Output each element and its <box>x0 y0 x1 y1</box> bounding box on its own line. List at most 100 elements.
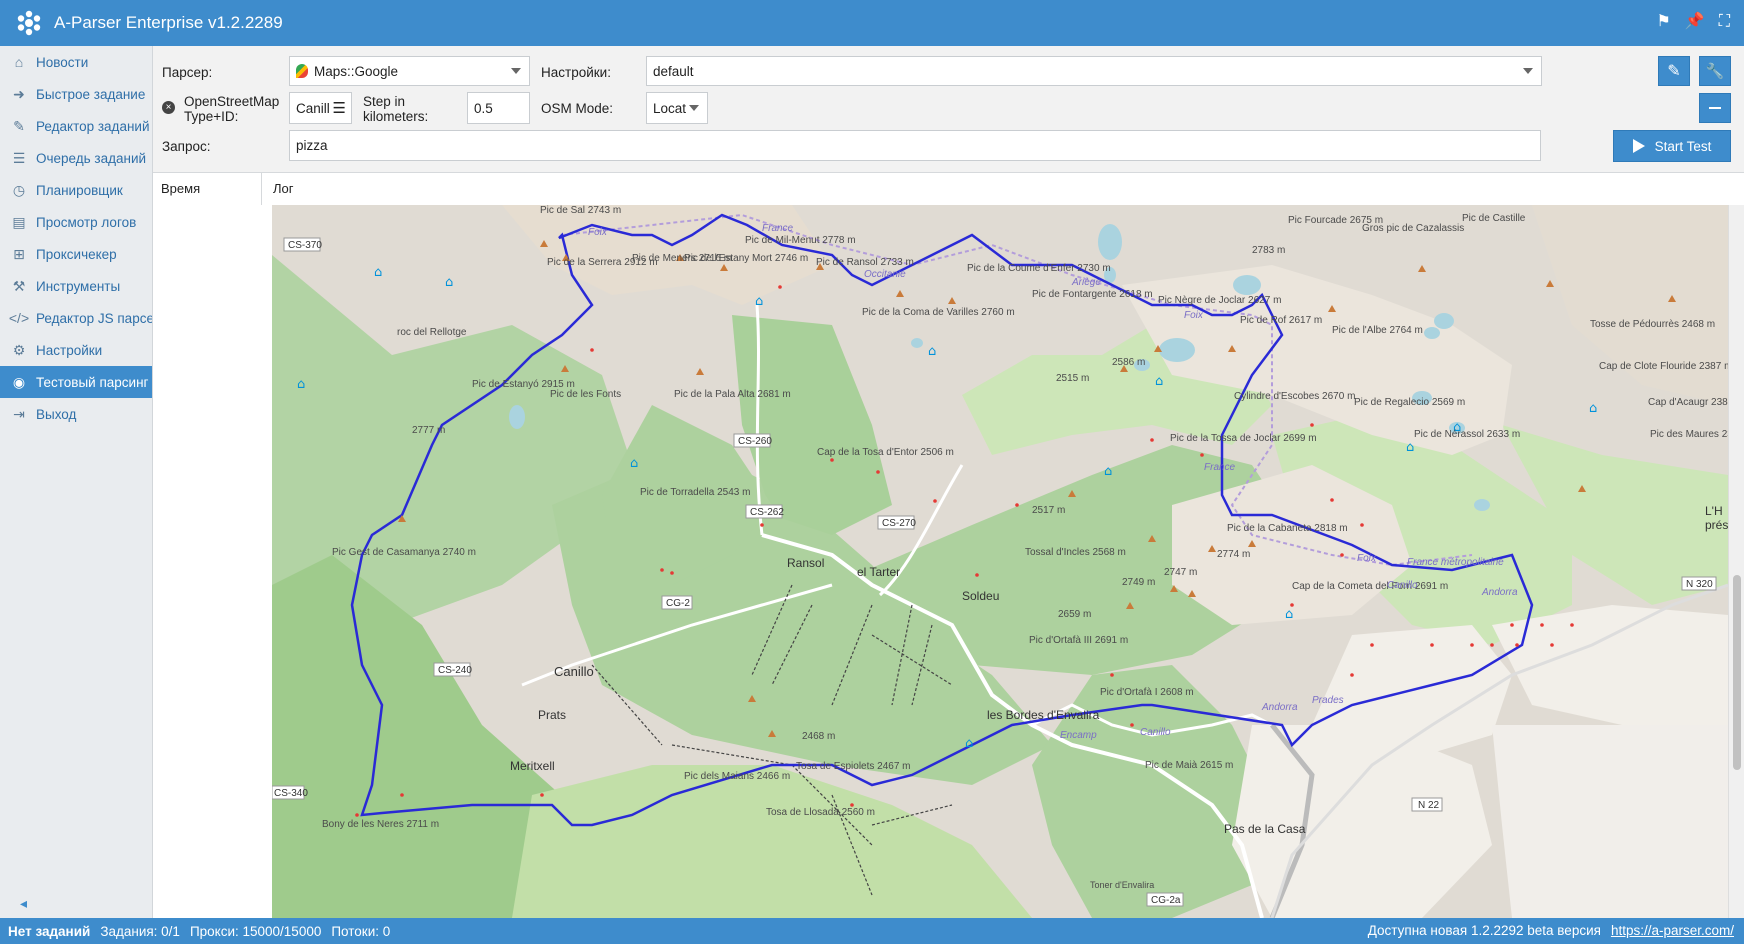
town-label: Ransol <box>787 556 824 570</box>
road-label: CS-340 <box>274 788 308 799</box>
start-test-button[interactable]: Start Test <box>1613 130 1731 162</box>
parser-value: Maps::Google <box>314 63 399 79</box>
query-label: Запрос: <box>162 139 211 154</box>
town-label: Canillo <box>554 664 594 679</box>
border-label: Foix <box>588 227 608 238</box>
border-label: Foix <box>1184 310 1204 321</box>
collapse-options-button[interactable] <box>1699 93 1731 123</box>
peak-label: roc del Rellotge <box>397 327 467 338</box>
sidebar-item-quick-task[interactable]: ➜ Быстрое задание <box>0 78 152 110</box>
sidebar-item-label: Инструменты <box>36 278 121 294</box>
sidebar-item-label: Планировщик <box>36 182 123 198</box>
test-form: Парсер: Maps::Google Настройки: default … <box>153 46 1744 164</box>
google-maps-icon <box>296 64 308 78</box>
fullscreen-icon[interactable]: ⛶ <box>1719 12 1730 32</box>
time-column <box>153 205 272 918</box>
exit-icon: ⇥ <box>13 405 25 422</box>
peak-label: Tosa de Llosada 2560 m <box>766 807 875 818</box>
start-test-label: Start Test <box>1654 138 1712 154</box>
collapse-sidebar-icon[interactable]: ◂ <box>20 895 27 912</box>
elevation-label: 2774 m <box>1217 549 1250 560</box>
town-label: les Bordes d'Envalira <box>987 708 1100 722</box>
road-label: CS-262 <box>750 507 784 518</box>
osm-mode-label: OSM Mode: <box>541 101 614 116</box>
edit-settings-button[interactable]: ✎ <box>1658 56 1690 86</box>
step-input[interactable]: 0.5 <box>467 92 530 124</box>
sidebar-item-task-editor[interactable]: ✎ Редактор заданий <box>0 110 152 142</box>
peak-label: Pic de les Fonts <box>550 389 621 400</box>
sidebar-item-proxychecker[interactable]: ⊞ Проксичекер <box>0 238 152 270</box>
settings-tools-button[interactable]: 🔧 <box>1699 56 1731 86</box>
sidebar-item-label: Настройки <box>36 342 103 358</box>
status-tasks: Задания: 0/1 <box>100 923 180 939</box>
osm-mode-value: Locat <box>653 100 687 116</box>
content-scrollbar[interactable] <box>1728 205 1744 918</box>
query-input[interactable]: pizza <box>289 130 1541 161</box>
sidebar: ⌂ Новости ➜ Быстрое задание ✎ Редактор з… <box>0 46 153 918</box>
osm-label: OpenStreetMap Type+ID: <box>184 94 280 124</box>
remove-option-icon[interactable]: × <box>162 101 175 114</box>
map-canvas: ⌂⌂⌂ ⌂⌂⌂ ⌂⌂⌂ ⌂⌂⌂ ⌂ CS-370 CS-260 CS-262 C… <box>272 205 1728 918</box>
sidebar-item-label: Редактор заданий <box>36 118 150 134</box>
wrench-icon: 🔧 <box>1705 63 1725 80</box>
minus-icon <box>1709 107 1721 109</box>
sidebar-item-scheduler[interactable]: ◷ Планировщик <box>0 174 152 206</box>
sidebar-item-js-editor[interactable]: </> Редактор JS парсеров <box>0 302 152 334</box>
map-label: Toner d'Envalira <box>1090 880 1154 890</box>
sidebar-item-tools[interactable]: ⚒ Инструменты <box>0 270 152 302</box>
sidebar-item-logs[interactable]: ▤ Просмотр логов <box>0 206 152 238</box>
road-label: N 22 <box>1418 800 1440 811</box>
road-label: CG-2 <box>666 598 690 609</box>
step-label: Step in kilometers: <box>363 94 429 124</box>
peak-label: Tossal d'Incles 2568 m <box>1025 547 1126 558</box>
parser-select[interactable]: Maps::Google <box>289 56 530 86</box>
peak-label: Pic de Nérassol 2633 m <box>1414 429 1520 440</box>
peak-label: Pic de l'Albe 2764 m <box>1332 325 1423 336</box>
pin-icon[interactable]: 📌 <box>1685 12 1705 32</box>
peak-label: Pic de Castille <box>1462 213 1526 224</box>
town-label: Pas de la Casa <box>1224 822 1306 836</box>
sidebar-item-label: Выход <box>36 406 77 422</box>
road-label: CG-2a <box>1151 895 1181 906</box>
title-bar: A-Parser Enterprise v1.2.2289 ⚑ 📌 ⛶ <box>0 0 1744 46</box>
peak-label: Bony de les Neres 2711 m <box>322 819 439 830</box>
town-label: Meritxell <box>510 759 555 773</box>
svg-text:⌂: ⌂ <box>755 294 763 309</box>
settings-select[interactable]: default <box>646 56 1542 86</box>
sidebar-item-news[interactable]: ⌂ Новости <box>0 46 152 78</box>
list-icon[interactable]: ☰ <box>333 99 346 117</box>
elevation-label: 2515 m <box>1056 373 1089 384</box>
scrollbar-thumb[interactable] <box>1733 575 1741 770</box>
flag-icon[interactable]: ⚑ <box>1657 12 1671 32</box>
clock-icon: ◷ <box>12 181 26 198</box>
query-value: pizza <box>296 138 328 153</box>
border-label: France <box>1204 462 1236 473</box>
sidebar-item-task-queue[interactable]: ☰ Очередь заданий <box>0 142 152 174</box>
svg-text:⌂: ⌂ <box>1589 401 1597 416</box>
peak-label: Pic de Ransol 2733 m <box>816 257 914 268</box>
chevron-down-icon <box>1523 68 1533 74</box>
tools-icon: ⚒ <box>12 277 26 294</box>
peak-label: Pic d'Ortafà III 2691 m <box>1029 635 1128 646</box>
border-label: Canillo <box>1387 580 1418 591</box>
sidebar-item-test-parsing[interactable]: ◉ Тестовый парсинг <box>0 366 152 398</box>
app-logo-icon <box>17 10 41 36</box>
website-link[interactable]: https://a-parser.com/ <box>1611 923 1734 938</box>
sidebar-item-settings[interactable]: ⚙ Настройки <box>0 334 152 366</box>
peak-label: Pic de Sal 2743 m <box>540 205 621 216</box>
status-threads: Потоки: 0 <box>331 923 391 939</box>
map-result[interactable]: ⌂ ⌂ ⌂ ⌂ ⌂ ⌂ ⌂ ⌂ ⌂ ⌂ ⌂ ⌂ ⌂ CS-370 CS-260 CS-262 C… <box>272 205 1728 918</box>
update-notice: Доступна новая 1.2.2292 beta версия <box>1367 923 1601 938</box>
elevation-label: 2517 m <box>1032 505 1065 516</box>
osm-mode-select[interactable]: Locat <box>646 92 708 124</box>
sidebar-item-exit[interactable]: ⇥ Выход <box>0 398 152 430</box>
peak-label: Pic de l'Estany Mort 2746 m <box>684 253 808 264</box>
peak-label: Pic des Maures 2371 m <box>1650 429 1728 440</box>
osm-input[interactable]: Canill ☰ <box>289 92 352 124</box>
elevation-label: 2747 m <box>1164 567 1197 578</box>
home-icon: ⌂ <box>14 54 24 70</box>
svg-text:⌂: ⌂ <box>1406 440 1414 455</box>
peak-label: Pic de Torradella 2543 m <box>640 487 750 498</box>
sidebar-item-label: Просмотр логов <box>36 214 137 230</box>
elevation-label: 2777 m <box>412 425 445 436</box>
